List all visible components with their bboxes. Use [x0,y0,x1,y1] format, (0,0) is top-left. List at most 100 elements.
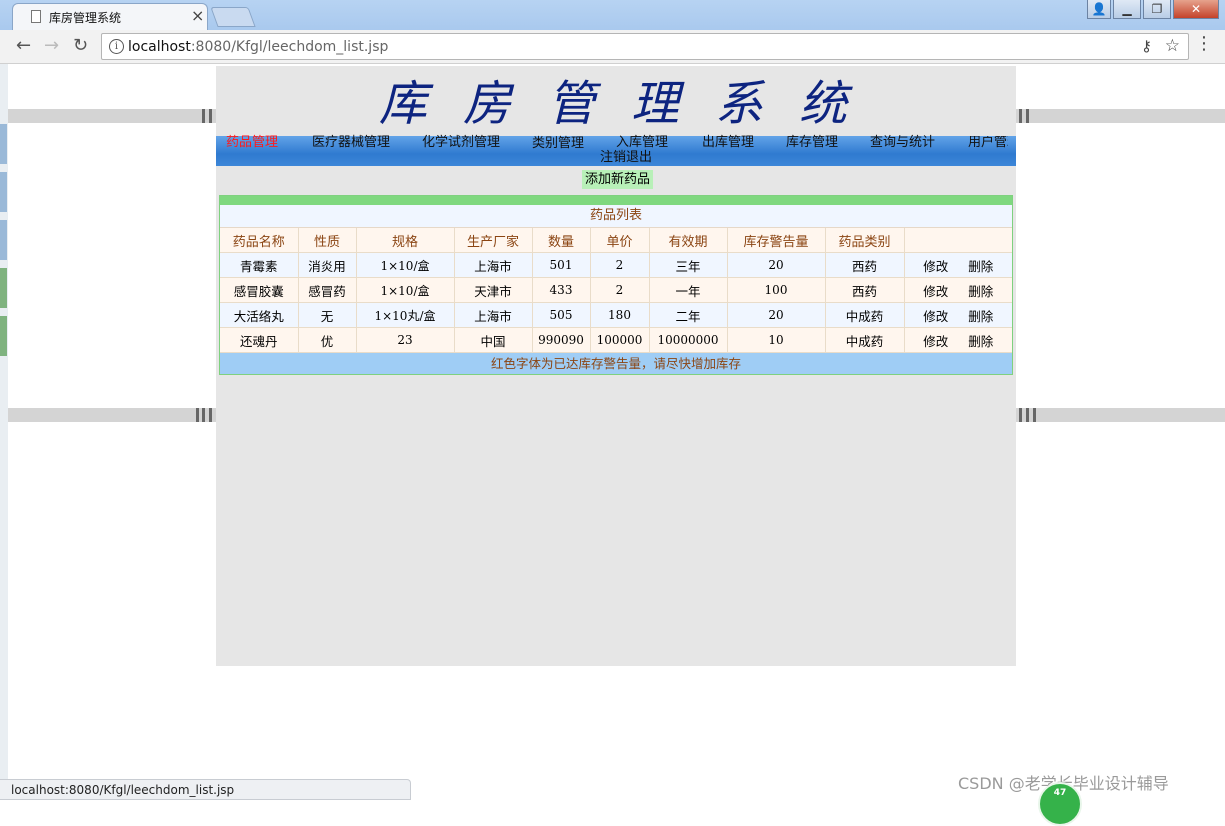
column-header: 有效期 [649,228,728,253]
column-header: 药品类别 [825,228,905,253]
nav-leechdom[interactable]: 药品管理 [226,136,278,150]
address-bar[interactable]: i localhost:8080/Kfgl/leechdom_list.jsp … [101,33,1189,60]
cell-warning: 10 [727,327,826,353]
cell-quantity: 501 [532,252,591,278]
cell-validity: 二年 [649,302,728,328]
forward-arrow-icon[interactable]: → [44,35,59,56]
cell-price: 180 [590,302,650,328]
browser-tab[interactable]: 库房管理系统 × [12,3,208,30]
nav-medical-device[interactable]: 医疗器械管理 [312,136,390,150]
info-icon[interactable]: i [109,39,124,54]
cell-maker: 天津市 [454,277,533,303]
cell-name: 感冒胶囊 [220,277,299,303]
cell-price: 2 [590,277,650,303]
cell-category: 中成药 [825,302,905,328]
cell-quantity: 505 [532,302,591,328]
table-row: 青霉素 消炎用 1×10/盒 上海市 501 2 三年 20 西药 修改 删除 [220,252,1012,278]
delete-link[interactable]: 删除 [968,259,993,274]
edit-link[interactable]: 修改 [923,309,948,324]
cell-name: 还魂丹 [220,327,299,353]
cell-nature: 优 [298,327,357,353]
cell-validity: 10000000 [649,327,728,353]
nav-stock-in[interactable]: 入库管理 [616,136,668,150]
back-arrow-icon[interactable]: ← [16,35,31,56]
delete-link[interactable]: 删除 [968,284,993,299]
cell-warning: 20 [727,252,826,278]
minimize-icon[interactable]: ▁ [1113,0,1141,19]
menu-dots-icon[interactable]: ⋮ [1195,33,1213,54]
cell-warning: 20 [727,302,826,328]
new-tab-button[interactable] [210,7,256,27]
column-header: 库存警告量 [727,228,826,253]
cell-nature: 感冒药 [298,277,357,303]
cell-category: 中成药 [825,327,905,353]
nav-user[interactable]: 用户管理 [968,136,1008,150]
cell-actions: 修改 删除 [904,327,1012,353]
tab-close-icon[interactable]: × [191,6,204,25]
decor-bar-left-bottom [8,408,216,422]
cell-actions: 修改 删除 [904,252,1012,278]
add-leechdom-button[interactable]: 添加新药品 [582,170,654,189]
delete-link[interactable]: 删除 [968,309,993,324]
cell-maker: 上海市 [454,252,533,278]
stock-warning-note: 红色字体为已达库存警告量，请尽快增加库存 [220,353,1012,374]
table-row: 还魂丹 优 23 中国 990090 100000 10000000 10 中成… [220,327,1012,353]
column-header: 性质 [298,228,357,253]
url-text: localhost:8080/Kfgl/leechdom_list.jsp [128,39,389,55]
cell-quantity: 433 [532,277,591,303]
status-bar-url: localhost:8080/Kfgl/leechdom_list.jsp [0,779,411,800]
nav-chemical-reagent[interactable]: 化学试剂管理 [422,136,500,150]
cell-spec: 1×10/盒 [356,277,455,303]
cell-spec: 1×10/盒 [356,252,455,278]
list-top-bar [220,196,1012,205]
column-header: 规格 [356,228,455,253]
nav-query-stats[interactable]: 查询与统计 [870,136,935,150]
key-icon[interactable]: ⚷ [1141,37,1152,55]
tab-title: 库房管理系统 [49,11,122,25]
system-title: 库房管理系统 [378,76,883,132]
speed-badge[interactable]: 47 [1038,782,1082,826]
column-header: 单价 [590,228,650,253]
cell-maker: 上海市 [454,302,533,328]
cell-maker: 中国 [454,327,533,353]
leechdom-table: 药品名称 性质 规格 生产厂家 数量 单价 有效期 库存警告量 药品类别 青霉素… [220,228,1012,353]
edit-link[interactable]: 修改 [923,284,948,299]
nav-stock-out[interactable]: 出库管理 [702,136,754,150]
cell-spec: 1×10丸/盒 [356,302,455,328]
user-icon[interactable]: 👤 [1087,0,1111,19]
delete-link[interactable]: 删除 [968,334,993,349]
close-window-icon[interactable]: ✕ [1173,0,1219,19]
table-row: 感冒胶囊 感冒药 1×10/盒 天津市 433 2 一年 100 西药 修改 删除 [220,277,1012,303]
cell-name: 青霉素 [220,252,299,278]
edit-link[interactable]: 修改 [923,334,948,349]
list-caption: 药品列表 [220,205,1012,228]
cell-price: 2 [590,252,650,278]
cell-warning: 100 [727,277,826,303]
leechdom-list: 药品列表 药品名称 性质 规格 生产厂家 数量 单价 有效期 库存警告量 药品类… [219,195,1013,375]
edit-link[interactable]: 修改 [923,259,948,274]
cell-category: 西药 [825,277,905,303]
main-page: 库房管理系统 药品管理 医疗器械管理 化学试剂管理 类别管理 入库管理 出库管理… [216,66,1016,666]
column-header [904,228,1012,253]
nav-logout[interactable]: 注销退出 [600,151,652,165]
cell-spec: 23 [356,327,455,353]
nav-category[interactable]: 类别管理 [532,136,586,151]
column-header: 生产厂家 [454,228,533,253]
decor-bar-right-top [1016,109,1225,123]
cell-actions: 修改 删除 [904,302,1012,328]
decor-bar-right-bottom [1016,408,1225,422]
column-header: 药品名称 [220,228,299,253]
nav-inventory[interactable]: 库存管理 [786,136,838,150]
cell-nature: 无 [298,302,357,328]
page-icon [31,10,41,23]
cell-validity: 三年 [649,252,728,278]
table-row: 大活络丸 无 1×10丸/盒 上海市 505 180 二年 20 中成药 修改 删… [220,302,1012,328]
maximize-icon[interactable]: ❐ [1143,0,1171,19]
window-controls: 👤 ▁ ❐ ✕ [1087,0,1219,19]
reload-icon[interactable]: ↻ [73,35,88,56]
cell-quantity: 990090 [532,327,591,353]
star-icon[interactable]: ☆ [1165,36,1180,56]
decor-bar-left-top [8,109,216,123]
cell-actions: 修改 删除 [904,277,1012,303]
desktop-edge [0,64,8,780]
